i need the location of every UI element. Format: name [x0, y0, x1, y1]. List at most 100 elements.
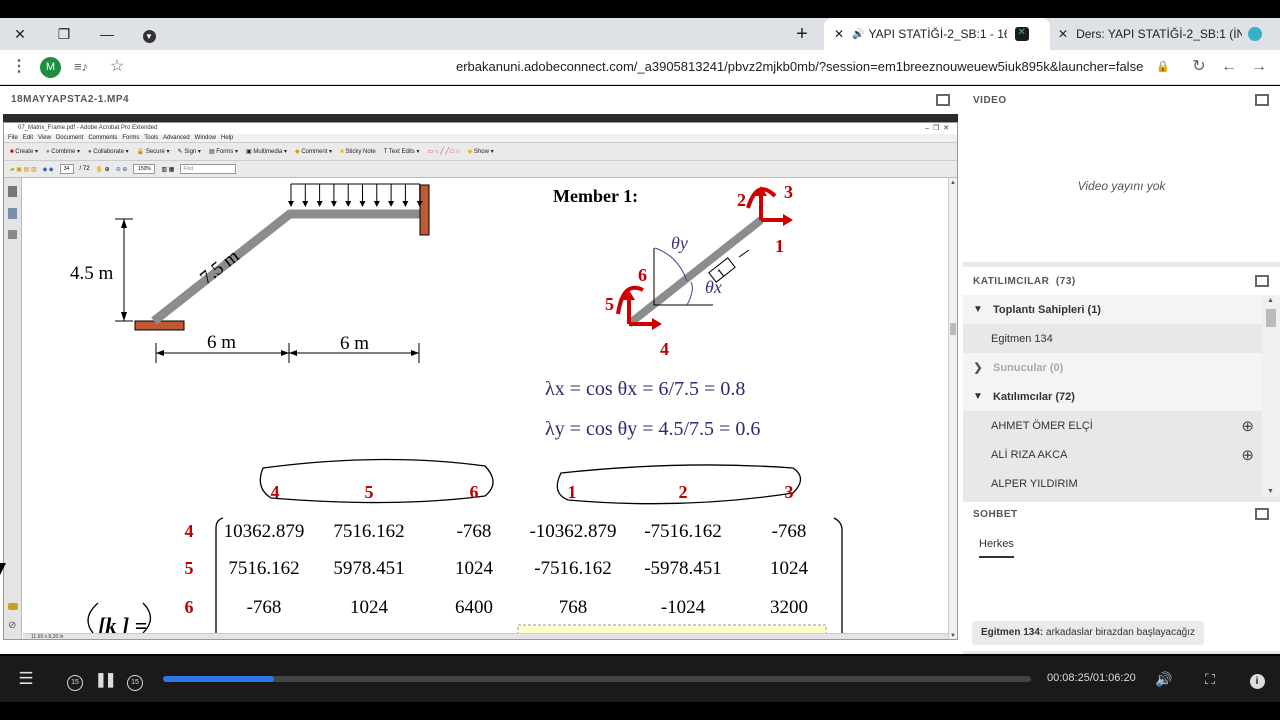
menu-comments[interactable]: Comments	[88, 135, 117, 141]
menu-window[interactable]: Window	[195, 135, 216, 141]
info-icon[interactable]: i	[1247, 668, 1267, 690]
adobe-connect-favicon: ✕	[1014, 27, 1029, 41]
file-tools-icon[interactable]: ▰ ▣ ▤ ▥	[10, 166, 37, 173]
menu-tools[interactable]: Tools	[144, 135, 158, 141]
menu-forms[interactable]: Forms	[122, 135, 139, 141]
tab-close-icon[interactable]: ✕	[1058, 27, 1068, 41]
tool-combine-label: Combine	[51, 149, 76, 155]
signatures-panel-icon[interactable]	[8, 230, 17, 239]
minimize-window-icon[interactable]: —	[95, 23, 119, 45]
menu-file[interactable]: File	[8, 135, 18, 141]
menu-icon[interactable]: ☰	[17, 668, 35, 690]
restore-window-icon[interactable]: ❐	[52, 23, 76, 45]
matrix-cell: 1024	[350, 597, 389, 618]
tool-sticky-note[interactable]: ■ Sticky Note	[340, 149, 376, 155]
attendees-scrollbar[interactable]: ▲ ▼	[1262, 295, 1280, 497]
forward-icon[interactable]: →	[1248, 56, 1270, 78]
tab-yapi-statigi[interactable]: ✕ 🔊 YAPI STATİĞİ-2_SB:1 - 16902 ✕	[824, 18, 1050, 50]
lock-icon[interactable]: 🔒	[1152, 56, 1174, 78]
arrow-down-icon	[388, 201, 395, 207]
attendee-row[interactable]: ALPER YILDIRIM	[963, 469, 1262, 498]
menu-advanced[interactable]: Advanced	[163, 135, 190, 141]
maximize-icon[interactable]	[936, 94, 950, 106]
attachment-icon[interactable]: ⊘	[8, 620, 16, 631]
progress-track[interactable]	[163, 676, 1031, 682]
scroll-thumb[interactable]	[1266, 309, 1276, 327]
pages-panel-icon[interactable]	[8, 186, 17, 197]
zoom-field[interactable]: 150%	[133, 164, 156, 174]
dof-1-label: 1	[775, 236, 784, 256]
url-text[interactable]: erbakanuni.adobeconnect.com/_a3905813241…	[456, 59, 1143, 74]
volume-icon[interactable]: 🔊	[1154, 668, 1174, 690]
menu-edit[interactable]: Edit	[23, 135, 33, 141]
dof-5-label: 5	[605, 294, 614, 314]
pause-icon[interactable]: ❚❚	[95, 668, 116, 690]
bottom-strip	[0, 702, 1280, 720]
maximize-icon[interactable]	[1255, 94, 1269, 106]
attendee-row[interactable]: Egitmen 134	[963, 324, 1262, 353]
tool-collaborate[interactable]: ● Collaborate ▾	[88, 148, 129, 155]
group-presenters[interactable]: ❯ Sunucular (0)	[963, 353, 1262, 382]
close-window-icon[interactable]: ✕	[8, 23, 32, 45]
skip-forward-button[interactable]: 15	[126, 668, 144, 691]
shape-tools[interactable]: ▭ ○ ╱ ╱ □ ○	[427, 148, 459, 155]
group-participants[interactable]: ▼ Katılımcılar (72)	[963, 382, 1262, 411]
tool-secure[interactable]: 🔒 Secure ▾	[137, 148, 170, 155]
zoom-buttons[interactable]: ⊖ ⊕	[116, 166, 128, 173]
menu-dots-icon[interactable]: ⋮	[8, 56, 30, 78]
find-input[interactable]: Find	[180, 164, 237, 174]
group-hosts[interactable]: ▼ Toplantı Sahipleri (1)	[963, 295, 1262, 324]
scroll-down-icon[interactable]: ▼	[1267, 488, 1274, 495]
tab-ders[interactable]: ✕ Ders: YAPI STATİĞİ-2_SB:1 (İNŞAA	[1056, 18, 1280, 50]
comments-panel-icon[interactable]	[8, 603, 18, 610]
page-view-icons[interactable]: ▥ ▦	[161, 166, 174, 173]
tab-search-icon[interactable]: ▼	[137, 23, 161, 45]
scroll-up-icon[interactable]: ▲	[1267, 297, 1274, 304]
tool-comment[interactable]: ◆ Comment ▾	[295, 148, 332, 155]
tool-text-edits[interactable]: T Text Edits ▾	[384, 148, 420, 155]
chat-tab-everyone[interactable]: Herkes	[979, 538, 1014, 558]
tool-combine[interactable]: ● Combine ▾	[46, 148, 80, 155]
acrobat-scrollbar[interactable]: ▲ ▼	[948, 178, 957, 639]
tab-close-icon[interactable]: ✕	[834, 27, 844, 41]
bookmarks-panel-icon[interactable]	[8, 208, 17, 219]
acrobat-window-controls[interactable]: – ❐ ✕	[925, 123, 949, 134]
maximize-icon[interactable]	[1255, 508, 1269, 520]
hand-tool-icon[interactable]: ✋ ⊕	[96, 166, 110, 173]
bookmark-star-icon[interactable]: ☆	[106, 56, 128, 78]
tool-show[interactable]: ◆ Show ▾	[468, 148, 494, 155]
scroll-down-icon[interactable]: ▼	[950, 633, 956, 639]
matrix-cell: 7516.162	[228, 558, 299, 579]
scroll-up-icon[interactable]: ▲	[950, 180, 956, 186]
menu-document[interactable]: Document	[56, 135, 83, 141]
scroll-thumb[interactable]	[950, 323, 956, 335]
dof-2-label: 2	[737, 190, 746, 210]
tool-multimedia[interactable]: ▣ Multimedia ▾	[246, 148, 287, 155]
attendee-name: ALİ RIZA AKCA	[991, 448, 1068, 461]
skip-back-button[interactable]: 15	[66, 668, 84, 691]
attendee-row[interactable]: ALİ RIZA AKCA ⊕	[963, 440, 1262, 469]
page-number-field[interactable]: 34	[59, 164, 74, 174]
tool-forms[interactable]: ▤ Forms ▾	[209, 148, 238, 155]
menu-help[interactable]: Help	[221, 135, 233, 141]
attendees-title-text: KATILIMCILAR	[973, 276, 1050, 287]
profile-avatar[interactable]: M	[40, 57, 61, 78]
fullscreen-icon[interactable]: ⛶	[1200, 668, 1220, 690]
attendee-name: Egitmen 134	[991, 332, 1053, 345]
globe-icon: ⊕	[1241, 446, 1254, 464]
tool-sign[interactable]: ✎ Sign ▾	[178, 148, 201, 155]
comment-highlight-box[interactable]	[517, 624, 827, 633]
back-icon[interactable]: ←	[1218, 56, 1240, 78]
maximize-icon[interactable]	[1255, 275, 1269, 287]
reload-icon[interactable]: ↻	[1188, 56, 1210, 78]
menu-view[interactable]: View	[38, 135, 51, 141]
new-tab-icon[interactable]: +	[790, 23, 814, 45]
media-control-icon[interactable]: ≡♪	[70, 56, 92, 78]
attendee-row[interactable]: AHMET ÖMER ELÇİ ⊕	[963, 411, 1262, 440]
page-nav-arrows[interactable]: ◆ ◆	[43, 166, 54, 173]
matrix-cell: 7516.162	[333, 521, 404, 542]
pen-icon: ✎	[177, 149, 183, 155]
matrix-cell: 5978.451	[333, 558, 404, 579]
tool-create[interactable]: ■ Create ▾	[10, 148, 38, 155]
col-header: 3	[785, 482, 794, 502]
